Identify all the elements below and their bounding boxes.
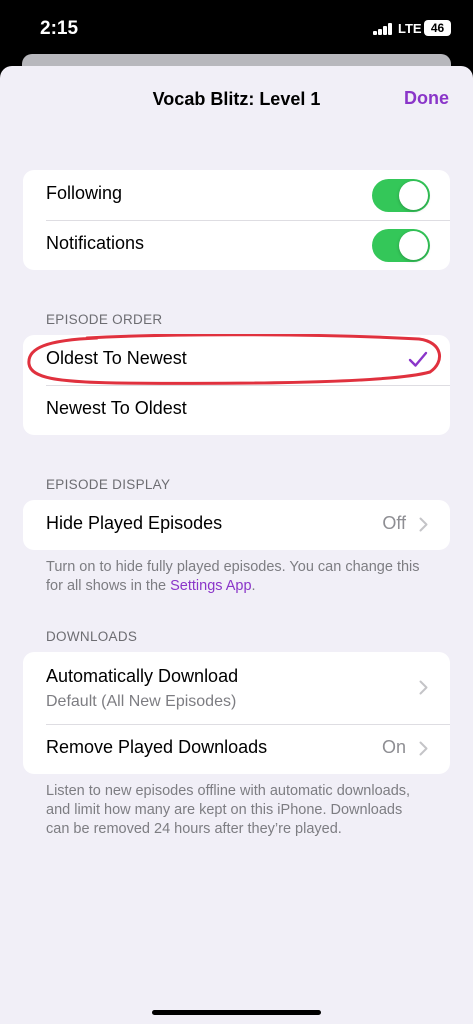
chevron-right-icon	[419, 680, 428, 695]
option-label: Oldest To Newest	[46, 348, 187, 368]
auto-download-subtitle: Default (All New Episodes)	[46, 693, 237, 710]
network-type: LTE	[398, 21, 422, 36]
downloads-footer: Listen to new episodes offline with auto…	[46, 783, 411, 837]
remove-played-value: On	[381, 737, 406, 757]
status-time: 2:15	[40, 18, 79, 39]
home-indicator[interactable]	[152, 1010, 321, 1015]
settings-app-link[interactable]: Settings App	[170, 578, 251, 594]
notifications-toggle[interactable]	[372, 229, 430, 262]
settings-sheet: Vocab Blitz: Level 1 Done Following Noti…	[0, 66, 473, 1024]
auto-download-label: Automatically Download	[46, 666, 239, 686]
episode-order-group: Oldest To Newest Newest To Oldest	[23, 335, 450, 435]
toggle-knob	[399, 231, 428, 260]
status-bar: 2:15 LTE 46	[0, 0, 473, 58]
option-newest-to-oldest[interactable]: Newest To Oldest	[23, 385, 450, 435]
hide-played-value: Off	[382, 513, 406, 533]
chevron-right-icon	[419, 741, 428, 756]
chevron-right-icon	[419, 517, 428, 532]
following-toggle[interactable]	[372, 179, 430, 212]
option-oldest-to-newest[interactable]: Oldest To Newest	[23, 335, 450, 385]
following-label: Following	[46, 183, 123, 203]
episode-order-header: EPISODE ORDER	[46, 312, 163, 327]
footer-end: .	[251, 578, 256, 594]
episode-display-group: Hide Played Episodes Off	[23, 500, 450, 550]
remove-played-label: Remove Played Downloads	[46, 737, 268, 757]
following-row: Following	[23, 170, 450, 220]
signal-strength-icon	[373, 23, 393, 35]
hide-played-label: Hide Played Episodes	[46, 513, 223, 533]
episode-display-header: EPISODE DISPLAY	[46, 477, 171, 492]
checkmark-icon	[408, 351, 428, 367]
downloads-header: DOWNLOADS	[46, 629, 138, 644]
page-title: Vocab Blitz: Level 1	[152, 89, 321, 109]
toggle-knob	[399, 181, 428, 210]
notifications-row: Notifications	[23, 220, 450, 270]
notifications-label: Notifications	[46, 233, 145, 253]
downloads-group: Automatically Download Default (All New …	[23, 652, 450, 774]
option-label: Newest To Oldest	[46, 398, 187, 418]
remove-played-downloads-row[interactable]: Remove Played Downloads On	[23, 724, 450, 774]
done-button[interactable]: Done	[404, 88, 449, 109]
automatically-download-row[interactable]: Automatically Download Default (All New …	[23, 652, 450, 724]
hide-played-episodes-row[interactable]: Hide Played Episodes Off	[23, 500, 450, 550]
battery-icon: 46	[424, 20, 451, 36]
episode-display-footer: Turn on to hide fully played episodes. Y…	[46, 558, 426, 596]
follow-settings-group: Following Notifications	[23, 170, 450, 270]
